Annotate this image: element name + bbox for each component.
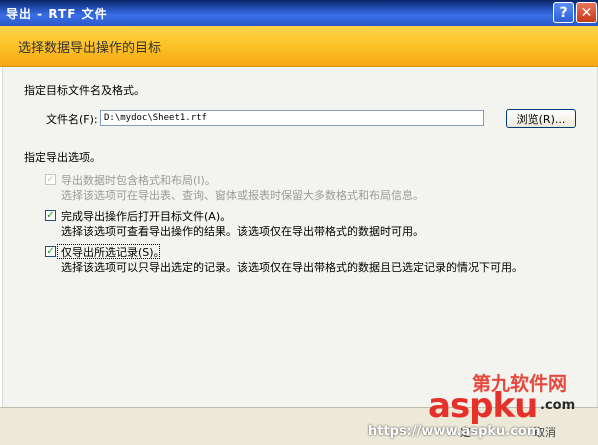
options-title: 指定导出选项。 [24,151,101,164]
help-button[interactable]: ? [553,2,574,23]
cancel-button-partial[interactable]: 取消 [534,424,556,440]
include-format-checkbox[interactable]: ✓ [45,174,56,185]
window-title: 导出 - RTF 文件 [6,7,108,21]
open-target-label: 完成导出操作后打开目标文件(A)。 [61,210,232,223]
file-name-input[interactable]: D:\mydoc\Sheet1.rtf [100,110,484,126]
destination-instruction: 指定目标文件名及格式。 [24,84,145,97]
page-heading: 选择数据导出操作的目标 [18,41,162,56]
export-selected-checkbox[interactable]: ✓ [45,246,56,257]
browse-button[interactable]: 浏览(R)... [506,109,576,128]
ok-button-partial[interactable]: 定 [460,424,471,440]
file-name-label: 文件名(F): [46,113,98,126]
header-band: 选择数据导出操作的目标 [0,26,598,67]
include-format-label: 导出数据时包含格式和布局(I)。 [61,174,216,187]
open-target-checkbox[interactable]: ✓ [45,210,56,221]
export-selected-label: 仅导出所选记录(S)。 [61,246,165,259]
include-format-description: 选择该选项可在导出表、查询、窗体或报表时保留大多数格式和布局信息。 [61,189,424,202]
export-selected-description: 选择该选项可以只导出选定的记录。该选项仅在导出带格式的数据且已选定记录的情况下可… [61,261,523,274]
footer-bar [0,407,598,445]
open-target-description: 选择该选项可查看导出操作的结果。该选项仅在导出带格式的数据时可用。 [61,225,424,238]
title-bar: 导出 - RTF 文件 ? ✕ [0,0,598,26]
close-button[interactable]: ✕ [576,2,597,23]
